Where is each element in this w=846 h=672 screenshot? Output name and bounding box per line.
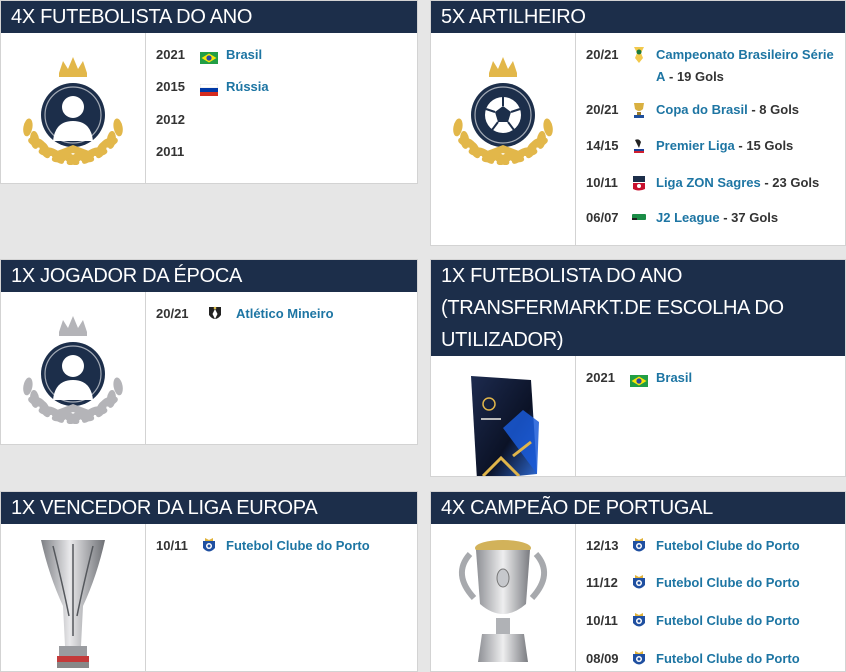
award-box-artilheiro: 5X ARTILHEIRO 20/21 Campeonato Brasileir… bbox=[430, 0, 846, 246]
copa-do-brasil-logo-icon bbox=[630, 101, 648, 119]
fc-porto-crest-icon bbox=[630, 650, 648, 668]
competition-link[interactable]: J2 League bbox=[656, 210, 720, 225]
competition-link[interactable]: Liga ZON Sagres bbox=[656, 175, 761, 190]
transfermarkt-trophy-icon bbox=[471, 376, 539, 476]
award-row: 20/21 Atlético Mineiro bbox=[156, 303, 411, 325]
award-box-campeao-de-portugal: 4X CAMPEÃO DE PORTUGAL 12/13 Futebol Clu… bbox=[430, 491, 846, 672]
award-row: 20/21 Copa do Brasil - 8 Gols bbox=[586, 99, 839, 121]
season: 08/09 bbox=[586, 651, 619, 666]
award-box-jogador-da-epoca: 1X JOGADOR DA ÉPOCA 20/21 Atlético Minei… bbox=[0, 259, 418, 445]
club-link[interactable]: Futebol Clube do Porto bbox=[656, 610, 800, 632]
award-box-futebolista-do-ano-transfermarkt: 1X FUTEBOLISTA DO ANO (TRANSFERMARKT.DE … bbox=[430, 259, 846, 477]
season: 06/07 bbox=[586, 210, 619, 225]
season: 10/11 bbox=[586, 613, 618, 628]
competition-link[interactable]: Copa do Brasil bbox=[656, 102, 748, 117]
season: 11/12 bbox=[586, 575, 618, 590]
award-row: 2021 Brasil bbox=[586, 367, 839, 389]
gold-laurel-person-icon bbox=[23, 57, 123, 165]
season: 10/11 bbox=[156, 538, 188, 553]
competition-link[interactable]: Premier Liga bbox=[656, 138, 735, 153]
brazil-flag-icon bbox=[630, 372, 648, 387]
award-title: 1X VENCEDOR DA LIGA EUROPA bbox=[1, 492, 417, 524]
award-row: 08/09 Futebol Clube do Porto bbox=[586, 648, 839, 670]
country-link[interactable]: Brasil bbox=[656, 367, 692, 389]
award-title: 5X ARTILHEIRO bbox=[431, 1, 845, 33]
award-row: 12/13 Futebol Clube do Porto bbox=[586, 535, 839, 557]
country-link[interactable]: Brasil bbox=[226, 44, 262, 66]
award-title: 1X JOGADOR DA ÉPOCA bbox=[1, 260, 417, 292]
season: 10/11 bbox=[586, 175, 618, 190]
award-row: 2011 bbox=[156, 141, 411, 163]
europa-league-trophy-icon bbox=[41, 540, 105, 668]
award-row: 14/15 Premier Liga - 15 Gols bbox=[586, 135, 839, 157]
brazil-flag-icon bbox=[200, 49, 218, 64]
club-link[interactable]: Futebol Clube do Porto bbox=[656, 572, 800, 594]
portuguese-league-trophy-icon bbox=[459, 540, 547, 662]
fc-porto-crest-icon bbox=[630, 537, 648, 555]
j2-league-logo-icon bbox=[630, 209, 648, 227]
season: 12/13 bbox=[586, 538, 619, 553]
season: 2012 bbox=[156, 112, 185, 127]
premier-liga-logo-icon bbox=[630, 137, 648, 155]
award-box-vencedor-liga-europa: 1X VENCEDOR DA LIGA EUROPA 10/11 Futebol… bbox=[0, 491, 418, 672]
award-row: 11/12 Futebol Clube do Porto bbox=[586, 572, 839, 594]
season: 2021 bbox=[586, 370, 615, 385]
liga-zon-sagres-logo-icon bbox=[630, 174, 648, 192]
award-image bbox=[1, 33, 146, 183]
award-row: 2021 Brasil bbox=[156, 44, 411, 66]
award-image bbox=[1, 292, 146, 444]
award-row: 2012 bbox=[156, 109, 411, 131]
award-row: 06/07 J2 League - 37 Gols bbox=[586, 207, 839, 229]
award-title: 4X FUTEBOLISTA DO ANO bbox=[1, 1, 417, 33]
season: 2015 bbox=[156, 79, 185, 94]
season: 20/21 bbox=[156, 306, 189, 321]
silver-laurel-person-icon bbox=[23, 316, 123, 424]
fc-porto-crest-icon bbox=[630, 574, 648, 592]
award-row: 10/11 Liga ZON Sagres - 23 Gols bbox=[586, 172, 839, 194]
fc-porto-crest-icon bbox=[630, 612, 648, 630]
award-row: 20/21 Campeonato Brasileiro Série A - 19… bbox=[586, 44, 839, 88]
club-link[interactable]: Futebol Clube do Porto bbox=[656, 535, 800, 557]
season: 14/15 bbox=[586, 138, 619, 153]
award-image bbox=[431, 356, 576, 476]
goals-count: - 37 Gols bbox=[719, 210, 779, 225]
award-image bbox=[431, 33, 576, 245]
award-image bbox=[1, 524, 146, 671]
award-row: 10/11 Futebol Clube do Porto bbox=[156, 535, 411, 557]
atletico-mineiro-crest-icon bbox=[206, 305, 224, 323]
russia-flag-icon bbox=[199, 81, 219, 96]
season: 20/21 bbox=[586, 47, 619, 62]
gold-laurel-ball-icon bbox=[453, 57, 553, 165]
award-row: 2015 Rússia bbox=[156, 76, 411, 98]
season: 2011 bbox=[156, 144, 185, 159]
award-row: 10/11 Futebol Clube do Porto bbox=[586, 610, 839, 632]
award-image bbox=[431, 524, 576, 671]
brasileirao-logo-icon bbox=[630, 46, 648, 64]
club-link[interactable]: Futebol Clube do Porto bbox=[226, 535, 370, 557]
country-link[interactable]: Rússia bbox=[226, 76, 269, 98]
club-link[interactable]: Futebol Clube do Porto bbox=[656, 648, 800, 670]
goals-count: - 15 Gols bbox=[734, 138, 794, 153]
club-link[interactable]: Atlético Mineiro bbox=[236, 303, 334, 325]
season: 20/21 bbox=[586, 102, 619, 117]
award-title: 1X FUTEBOLISTA DO ANO (TRANSFERMARKT.DE … bbox=[431, 260, 845, 356]
fc-porto-crest-icon bbox=[200, 537, 218, 555]
season: 2021 bbox=[156, 47, 185, 62]
goals-count: - 19 Gols bbox=[665, 69, 724, 84]
goals-count: - 8 Gols bbox=[747, 102, 800, 117]
award-title: 4X CAMPEÃO DE PORTUGAL bbox=[431, 492, 845, 524]
award-box-futebolista-do-ano: 4X FUTEBOLISTA DO ANO 2021 Brasil 2015 R… bbox=[0, 0, 418, 184]
goals-count: - 23 Gols bbox=[760, 175, 820, 190]
